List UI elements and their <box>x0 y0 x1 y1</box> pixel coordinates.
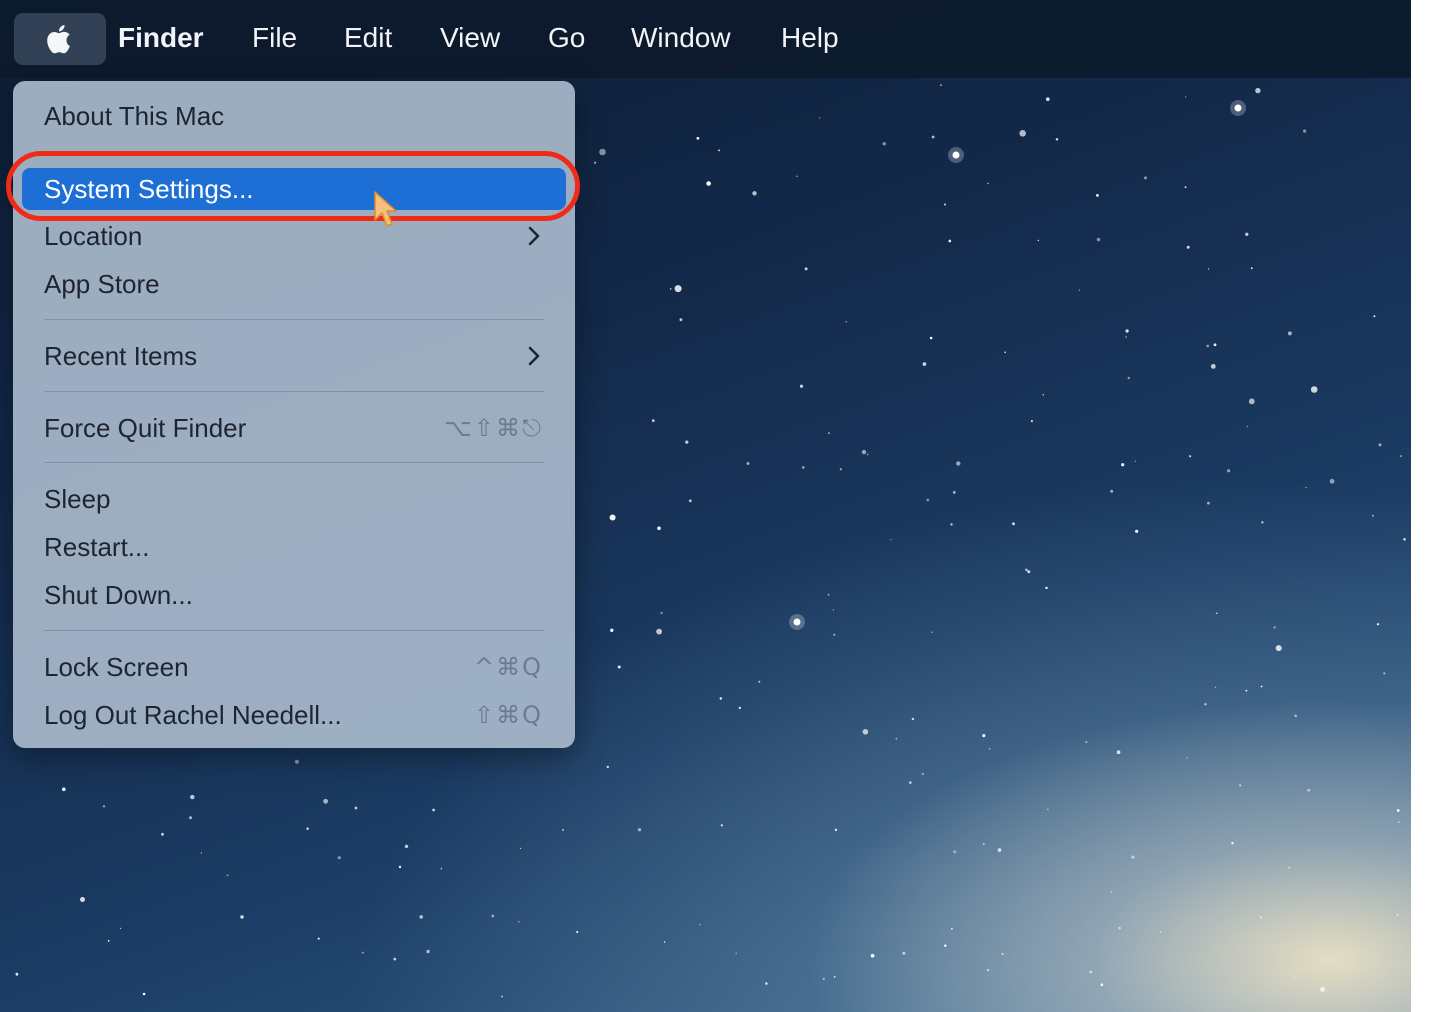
menu-item-lock-screen[interactable]: Lock Screen <box>44 647 189 687</box>
chevron-right-icon <box>523 216 545 256</box>
menu-item-force-quit[interactable]: Force Quit Finder <box>44 408 246 448</box>
menu-item-restart[interactable]: Restart... <box>44 527 149 567</box>
menubar-view[interactable]: View <box>440 18 500 58</box>
menu-item-sleep[interactable]: Sleep <box>44 479 111 519</box>
menubar-help[interactable]: Help <box>781 18 839 58</box>
apple-menu-button[interactable] <box>14 13 106 65</box>
menubar-finder[interactable]: Finder <box>118 18 204 58</box>
menu-item-location[interactable]: Location <box>44 216 142 256</box>
desktop-wallpaper: Finder File Edit View Go Window Help Abo… <box>0 0 1411 1012</box>
menu-separator <box>44 462 544 463</box>
menubar-window[interactable]: Window <box>631 18 731 58</box>
force-quit-shortcut: ⌥⇧⌘⎋ <box>444 414 543 442</box>
menu-separator <box>44 319 544 320</box>
apple-logo-icon <box>47 25 70 54</box>
menu-item-about-this-mac[interactable]: About This Mac <box>44 96 224 136</box>
menu-separator <box>44 630 544 631</box>
menu-item-recent-items[interactable]: Recent Items <box>44 336 197 376</box>
page-margin <box>1411 0 1456 1012</box>
log-out-shortcut: ⇧⌘Q <box>474 701 543 729</box>
mouse-pointer-icon <box>372 190 398 237</box>
menu-item-app-store[interactable]: App Store <box>44 264 160 304</box>
menu-separator <box>44 391 544 392</box>
chevron-right-icon <box>523 336 545 376</box>
menubar-edit[interactable]: Edit <box>344 18 392 58</box>
menubar-go[interactable]: Go <box>548 18 585 58</box>
menubar-file[interactable]: File <box>252 18 297 58</box>
menu-bar: Finder File Edit View Go Window Help <box>0 0 1411 78</box>
menu-item-shut-down[interactable]: Shut Down... <box>44 575 193 615</box>
lock-screen-shortcut: ^⌘Q <box>474 653 543 681</box>
menu-item-log-out[interactable]: Log Out Rachel Needell... <box>44 695 342 735</box>
red-callout-outline <box>6 151 580 221</box>
